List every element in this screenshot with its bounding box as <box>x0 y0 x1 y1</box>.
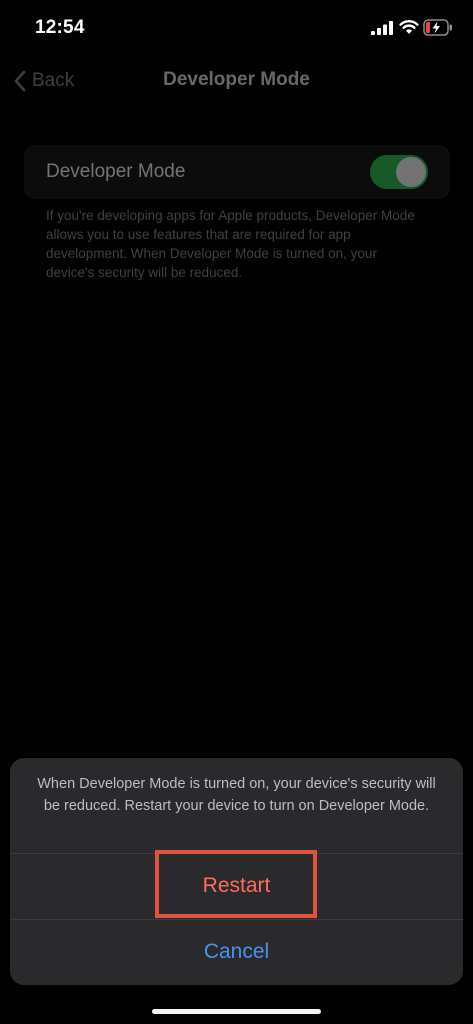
action-sheet-message: When Developer Mode is turned on, your d… <box>37 776 436 814</box>
developer-mode-toggle[interactable] <box>370 155 428 189</box>
home-indicator[interactable] <box>152 1009 321 1014</box>
developer-mode-page: Back Developer Mode Developer Mode If yo… <box>0 56 473 756</box>
developer-mode-row: Developer Mode <box>24 145 450 199</box>
toggle-knob <box>396 157 426 187</box>
cancel-label: Cancel <box>203 940 270 963</box>
restart-button[interactable]: Restart <box>10 850 463 918</box>
restart-label: Restart <box>202 874 271 897</box>
cancel-button[interactable]: Cancel <box>10 920 463 984</box>
action-sheet: When Developer Mode is turned on, your d… <box>10 758 463 985</box>
status-bar: 12:54 <box>0 0 473 56</box>
developer-mode-label: Developer Mode <box>46 161 186 182</box>
battery-charging-icon <box>423 19 452 36</box>
page-title: Developer Mode <box>163 69 310 90</box>
screen: 12:54 Back Developer Mode Developer Mode… <box>0 0 473 1024</box>
wifi-icon <box>399 20 419 34</box>
developer-mode-description: If you're developing apps for Apple prod… <box>46 208 415 280</box>
signal-icon <box>371 21 393 35</box>
status-time: 12:54 <box>35 17 85 38</box>
navigation-bar: Back Developer Mode <box>0 56 473 106</box>
